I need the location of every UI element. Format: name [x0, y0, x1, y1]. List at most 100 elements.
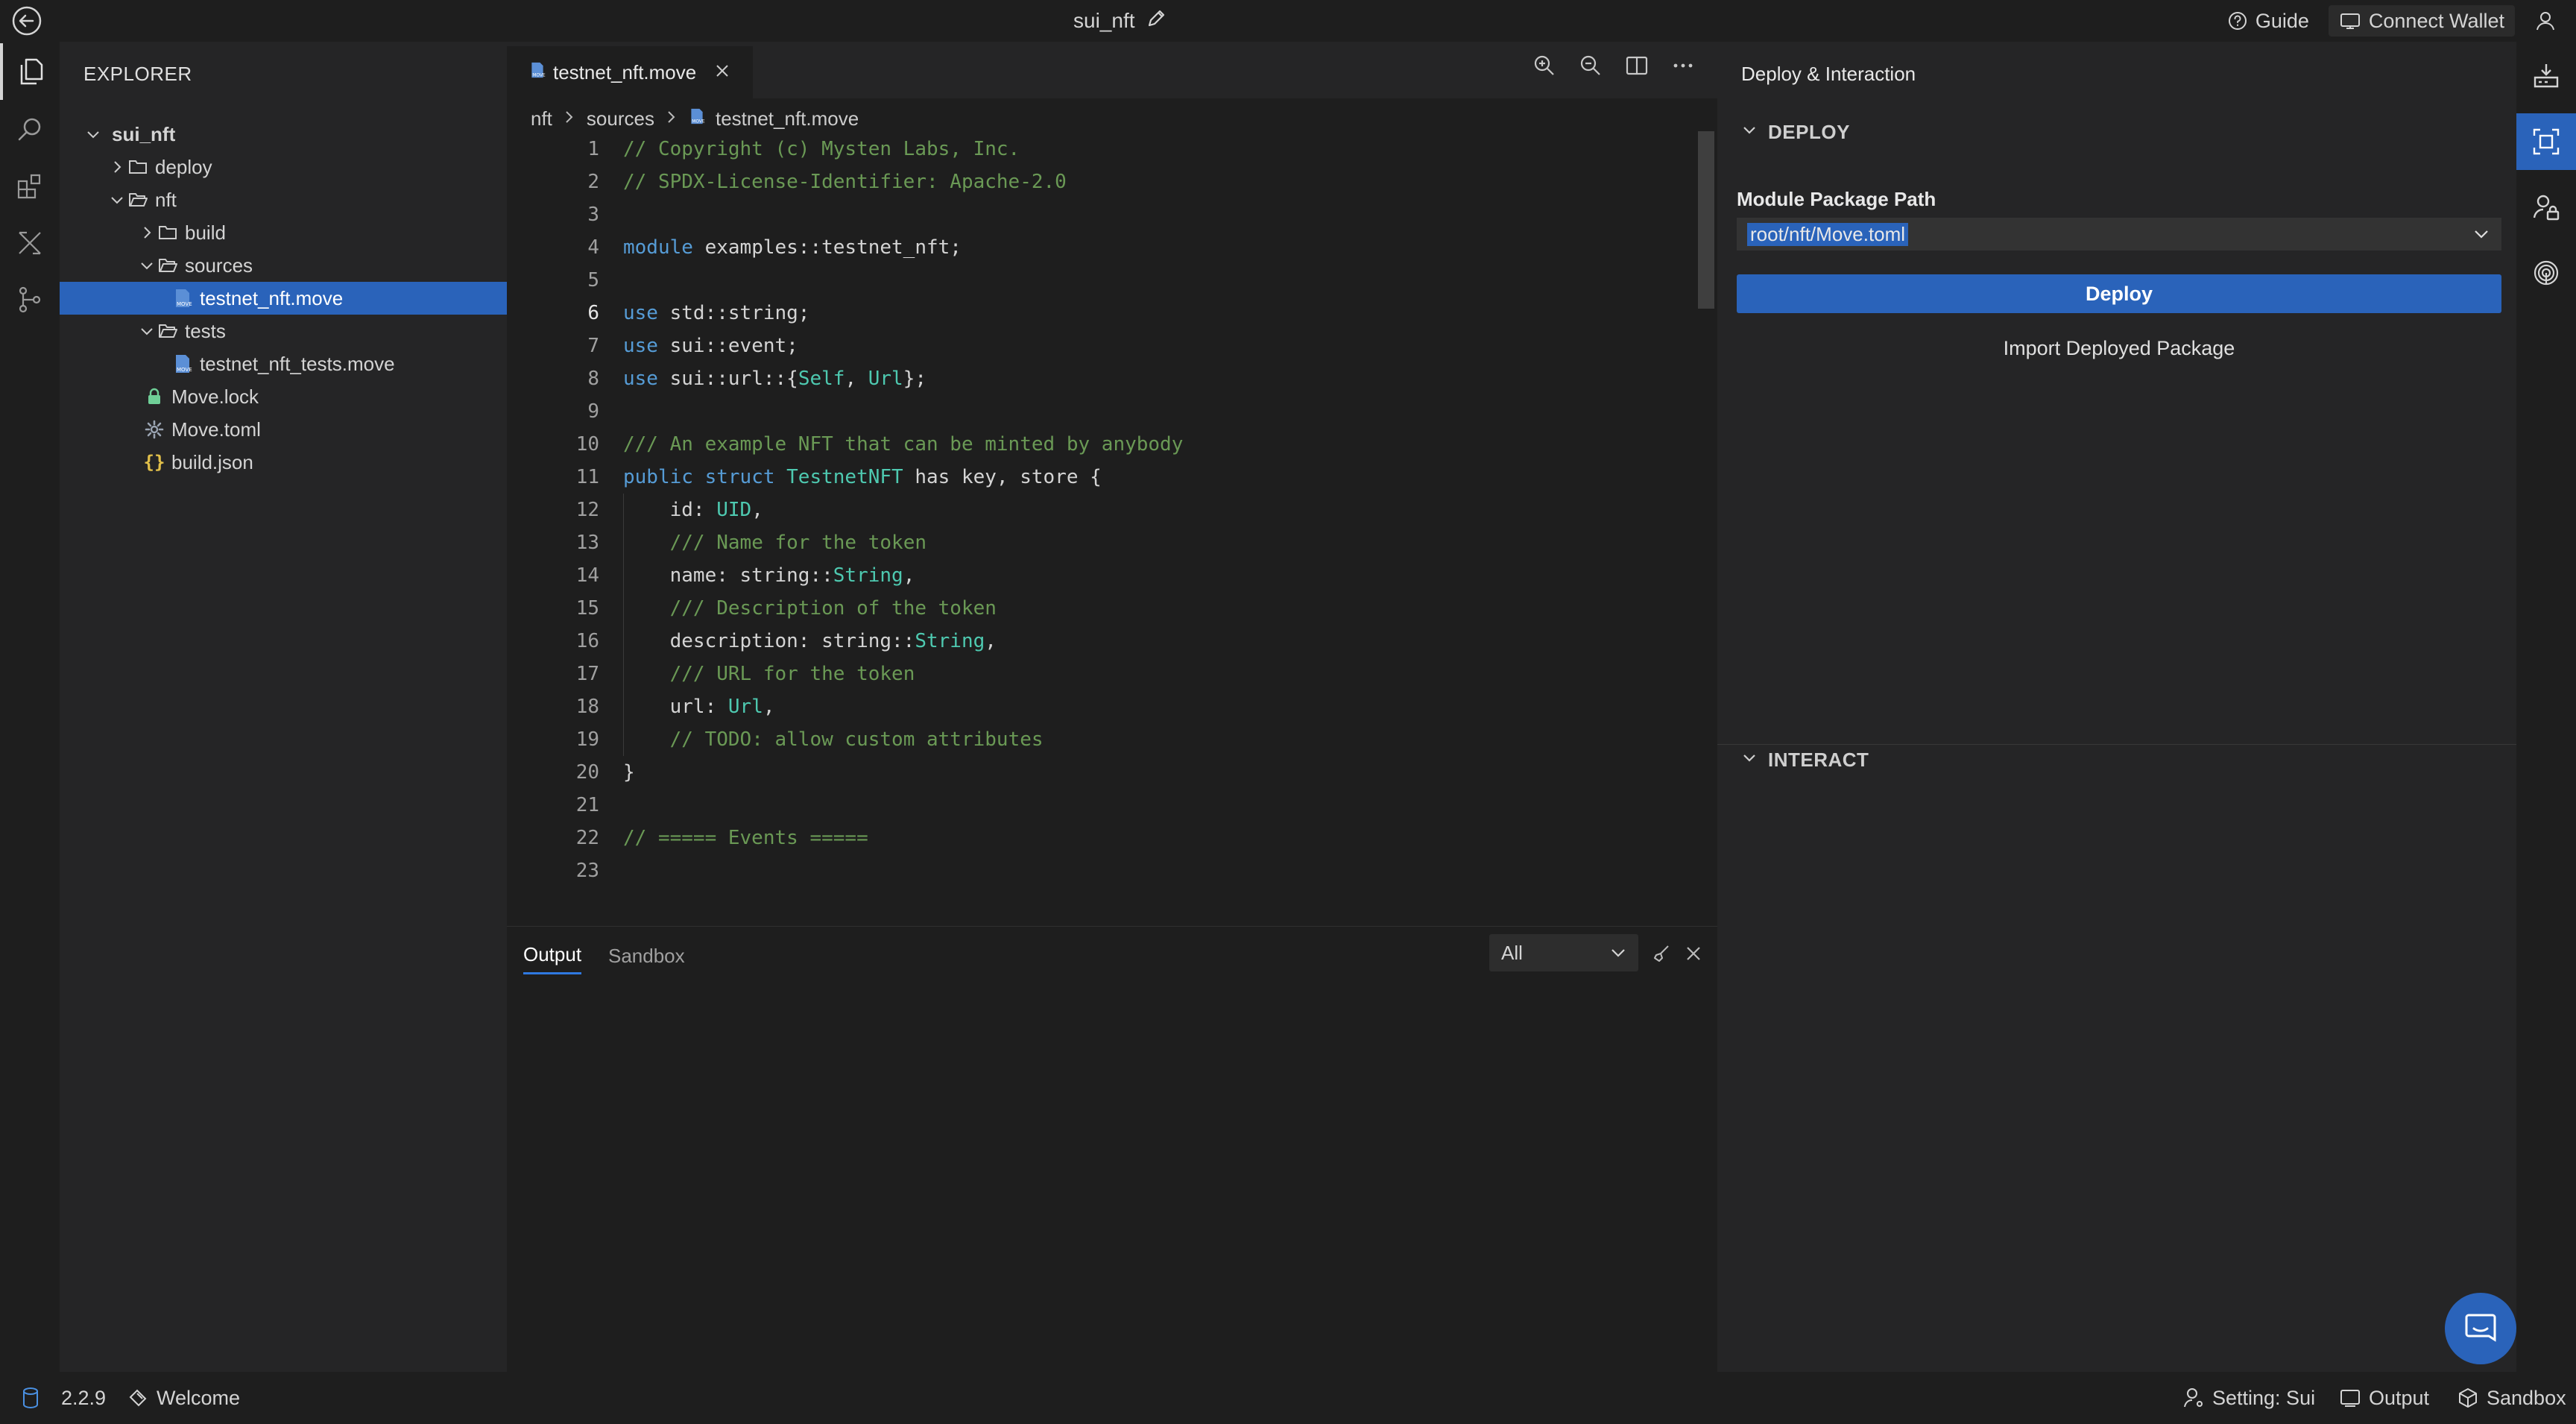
deploy-button[interactable]: Deploy — [1737, 274, 2501, 313]
zoom-in-icon[interactable] — [1532, 54, 1556, 83]
search-icon[interactable] — [0, 101, 60, 158]
chevron-down-icon — [1609, 943, 1628, 968]
source-control-icon[interactable] — [0, 271, 60, 328]
breadcrumb-item[interactable]: sources — [587, 107, 654, 130]
code-line[interactable]: 6 use std::string; — [507, 297, 1699, 330]
line-text: use sui::event; — [623, 335, 798, 357]
code-line[interactable]: 23 — [507, 854, 1699, 887]
code-line[interactable]: 12 id: UID, — [507, 494, 1699, 526]
tab-output[interactable]: Output — [523, 937, 582, 974]
tree-folder-build[interactable]: build — [60, 216, 507, 249]
code-line[interactable]: 7 use sui::event; — [507, 330, 1699, 362]
package-path-select[interactable]: root/nft/Move.toml — [1737, 218, 2501, 251]
chevron-right-icon — [563, 107, 576, 130]
tree-label: testnet_nft_tests.move — [200, 352, 395, 375]
code-line[interactable]: 16 description: string::String, — [507, 625, 1699, 658]
back-arrow-icon[interactable] — [10, 4, 43, 37]
project-name: sui_nft — [1073, 9, 1135, 32]
editor-scrollbar[interactable] — [1698, 131, 1714, 309]
folder-open-icon — [157, 254, 179, 277]
tree-root-sui-nft[interactable]: sui_nft — [60, 118, 507, 151]
code-line[interactable]: 19 // TODO: allow custom attributes — [507, 723, 1699, 756]
extensions-icon[interactable] — [0, 158, 60, 215]
compare-icon[interactable] — [0, 215, 60, 271]
panel-title: Deploy & Interaction — [1741, 63, 1916, 85]
tab-testnet-nft-move[interactable]: MOVE testnet_nft.move — [507, 46, 753, 98]
code-line[interactable]: 18 url: Url, — [507, 690, 1699, 723]
line-text: use sui::url::{Self, Url}; — [623, 368, 927, 390]
pencil-icon[interactable] — [1146, 8, 1167, 34]
code-line[interactable]: 8 use sui::url::{Self, Url}; — [507, 362, 1699, 395]
chat-icon — [2465, 1314, 2496, 1342]
fingerprint-icon[interactable] — [2516, 245, 2576, 301]
guide-button[interactable]: Guide — [2217, 5, 2320, 37]
deploy-section-header[interactable]: DEPLOY — [1741, 121, 1850, 144]
zoom-out-icon[interactable] — [1579, 54, 1603, 83]
chevron-down-icon — [83, 125, 103, 144]
tree-folder-nft[interactable]: nft — [60, 183, 507, 216]
interact-section-header[interactable]: INTERACT — [1741, 749, 1869, 772]
close-icon[interactable] — [714, 61, 730, 84]
tree-folder-sources[interactable]: sources — [60, 249, 507, 282]
output-filter-select[interactable]: All — [1489, 934, 1638, 971]
code-line[interactable]: 20} — [507, 756, 1699, 789]
version-indicator[interactable]: 2.2.9 — [21, 1372, 106, 1424]
tree-file-move-toml[interactable]: Move.toml — [60, 413, 507, 446]
line-number: 18 — [575, 696, 599, 718]
more-options-icon[interactable] — [1671, 54, 1695, 83]
code-line[interactable]: 5 — [507, 264, 1699, 297]
json-braces-icon: {} — [143, 452, 165, 473]
indent-guide — [623, 494, 624, 756]
code-line[interactable]: 3 — [507, 198, 1699, 231]
connect-wallet-button[interactable]: Connect Wallet — [2328, 5, 2515, 37]
tree-folder-deploy[interactable]: deploy — [60, 151, 507, 183]
setting-item[interactable]: Setting: Sui — [2182, 1372, 2315, 1424]
files-icon[interactable] — [0, 43, 60, 100]
close-panel-icon[interactable] — [1683, 943, 1704, 969]
code-line[interactable]: 9 — [507, 395, 1699, 428]
tree-folder-tests[interactable]: tests — [60, 315, 507, 347]
folder-icon — [157, 221, 179, 244]
setting-label: Setting: Sui — [2212, 1386, 2316, 1409]
move-file-icon: MOVE — [689, 107, 705, 131]
filter-value: All — [1501, 941, 1523, 964]
code-line[interactable]: 11 public struct TestnetNFT has key, stor… — [507, 461, 1699, 494]
code-line[interactable]: 17 /// URL for the token — [507, 658, 1699, 690]
clear-output-icon[interactable] — [1652, 943, 1673, 969]
line-number: 21 — [575, 794, 599, 816]
code-line[interactable]: 21 — [507, 789, 1699, 822]
svg-text:MOVE: MOVE — [177, 301, 192, 307]
welcome-item[interactable]: Welcome — [127, 1372, 240, 1424]
tree-file-testnet-nft-tests-move[interactable]: MOVE testnet_nft_tests.move — [60, 347, 507, 380]
code-line[interactable]: 13 /// Name for the token — [507, 526, 1699, 559]
tree-label: build — [185, 221, 226, 244]
account-button[interactable] — [2524, 5, 2567, 37]
code-line[interactable]: 10 /// An example NFT that can be minted … — [507, 428, 1699, 461]
chevron-down-icon — [1741, 121, 1758, 144]
chat-button[interactable] — [2445, 1293, 2516, 1364]
deploy-interact-icon[interactable] — [2516, 113, 2576, 170]
chevron-right-icon — [107, 157, 127, 177]
breadcrumb-item[interactable]: nft — [531, 107, 552, 130]
code-line[interactable]: 15 /// Description of the token — [507, 592, 1699, 625]
sandbox-item[interactable]: Sandbox — [2457, 1372, 2566, 1424]
import-deployed-package-link[interactable]: Import Deployed Package — [1737, 337, 2501, 360]
tree-file-move-lock[interactable]: Move.lock — [60, 380, 507, 413]
code-line[interactable]: 4 module examples::testnet_nft; — [507, 231, 1699, 264]
code-line[interactable]: 22 // ===== Events ===== — [507, 822, 1699, 854]
split-editor-icon[interactable] — [1625, 54, 1649, 83]
breadcrumb-item[interactable]: testnet_nft.move — [716, 107, 859, 130]
download-icon[interactable] — [2516, 48, 2576, 104]
tree-file-testnet-nft-move[interactable]: MOVE testnet_nft.move — [60, 282, 507, 315]
code-line[interactable]: 14 name: string::String, — [507, 559, 1699, 592]
chevron-right-icon — [137, 223, 157, 242]
line-text: name: string::String, — [623, 564, 915, 587]
tab-sandbox[interactable]: Sandbox — [608, 937, 685, 974]
package-path-value: root/nft/Move.toml — [1747, 222, 1909, 246]
output-item[interactable]: Output — [2339, 1372, 2429, 1424]
user-lock-icon[interactable] — [2516, 179, 2576, 236]
tree-file-build-json[interactable]: {} build.json — [60, 446, 507, 479]
code-line[interactable]: 2 // SPDX-License-Identifier: Apache-2.0 — [507, 166, 1699, 198]
line-text: /// URL for the token — [669, 663, 915, 685]
code-line[interactable]: 1 // Copyright (c) Mysten Labs, Inc. — [507, 133, 1699, 166]
